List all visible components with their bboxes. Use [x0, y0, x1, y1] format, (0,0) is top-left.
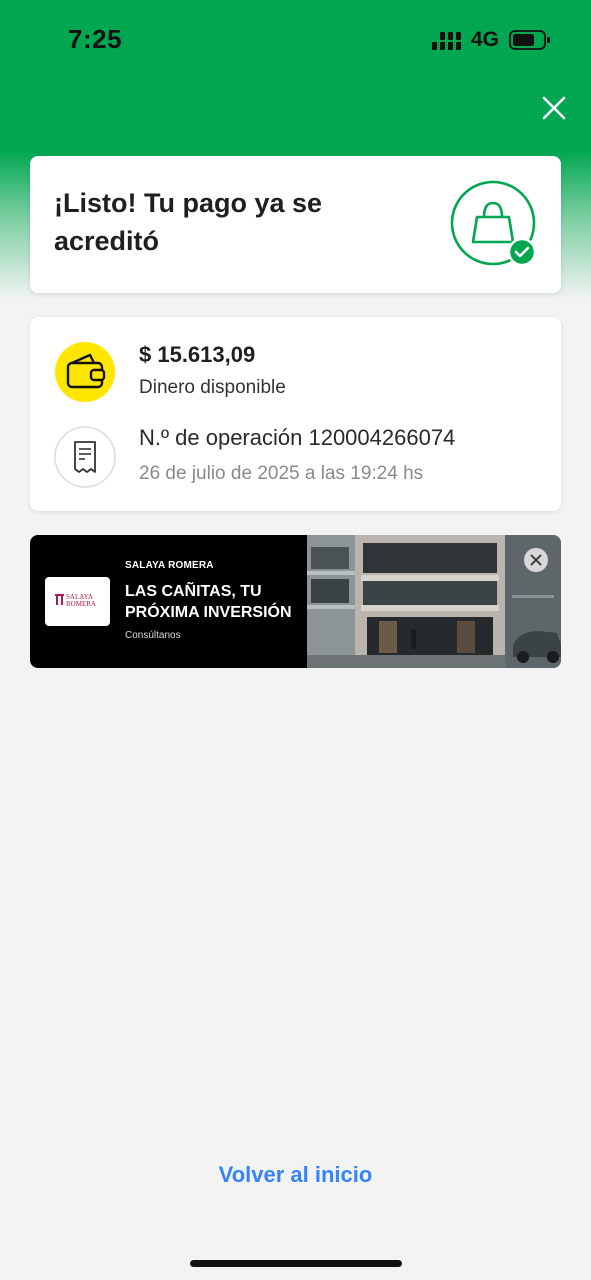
amount-value: $ 15.613,09 [139, 342, 256, 367]
network-type: 4G [471, 28, 500, 51]
back-to-home-link[interactable]: Volver al inicio [0, 1162, 591, 1188]
ad-building-image [307, 535, 561, 668]
cellular-signal-icon [432, 32, 461, 50]
home-indicator [190, 1260, 402, 1267]
ad-close-icon[interactable] [524, 548, 548, 572]
amount-label: Dinero disponible [139, 377, 286, 398]
operation-number: N.º de operación 120004266074 [139, 425, 456, 450]
status-bar: 7:25 4G [0, 0, 591, 80]
wallet-icon [55, 342, 115, 402]
ad-logo-text-bottom: ROMERA [66, 600, 96, 608]
ad-brand: SALAYA ROMERA [125, 560, 214, 571]
close-icon[interactable] [538, 92, 570, 124]
ad-headline: LAS CAÑITAS, TU PRÓXIMA INVERSIÓN [125, 583, 292, 621]
receipt-icon [54, 426, 116, 488]
operation-date: 26 de julio de 2025 a las 19:24 hs [139, 463, 424, 484]
shopping-bag-check-icon [450, 180, 537, 267]
ad-banner[interactable]: SALAYA ROMERA SALAYA ROMERA LAS CAÑITAS,… [30, 535, 561, 668]
status-time: 7:25 [68, 24, 123, 54]
battery-icon [509, 30, 550, 50]
success-title: ¡Listo! Tu pago ya se acreditó [54, 188, 323, 256]
success-card: ¡Listo! Tu pago ya se acreditó [30, 156, 561, 293]
ad-logo: SALAYA ROMERA [45, 577, 110, 626]
ad-cta[interactable]: Consúltanos [125, 630, 181, 641]
payment-detail-card: $ 15.613,09 Dinero disponible N.º de ope… [30, 317, 561, 511]
